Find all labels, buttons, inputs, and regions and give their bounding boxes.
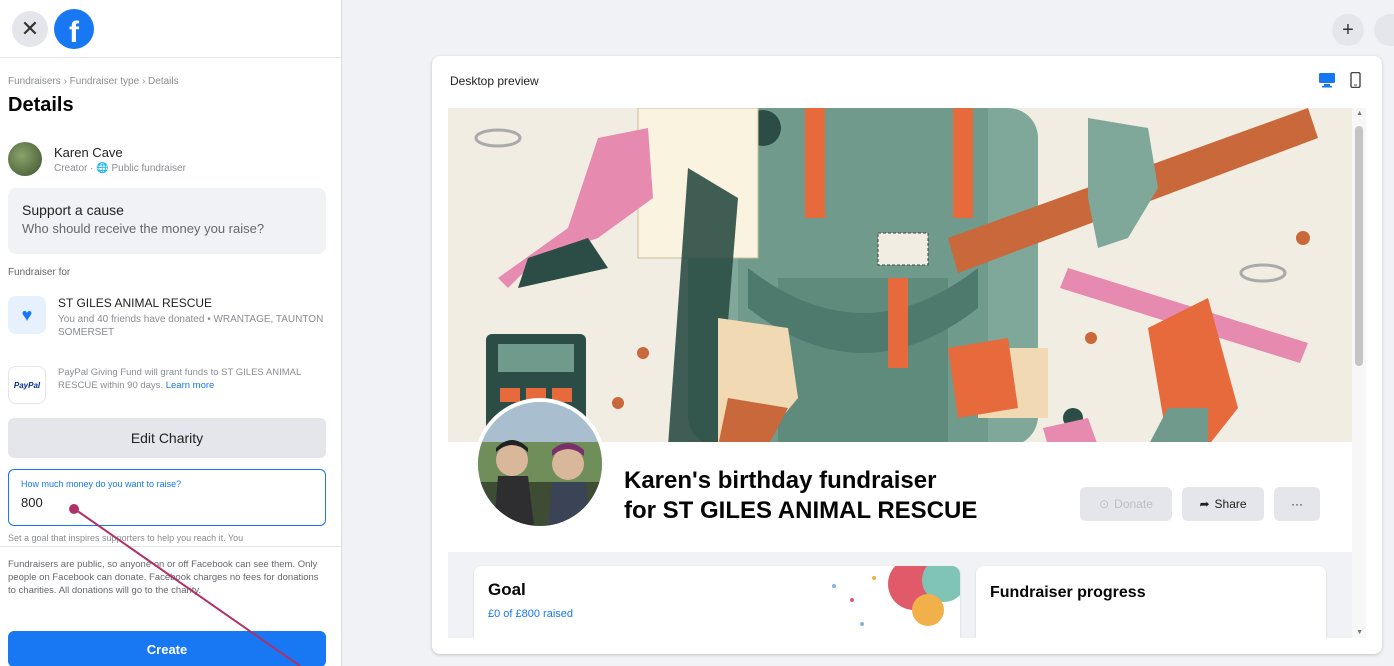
scrollbar-thumb[interactable] — [1355, 126, 1363, 366]
progress-title: Fundraiser progress — [990, 584, 1146, 601]
fundraiser-title: Karen's birthday fundraiser for ST GILES… — [624, 466, 977, 526]
goal-field-value[interactable]: 800 — [21, 495, 313, 510]
balloons-illustration — [832, 566, 960, 626]
cause-subtitle: Who should receive the money you raise? — [22, 221, 265, 236]
share-icon: ➦ — [1199, 497, 1210, 511]
goal-amount-field[interactable]: How much money do you want to raise? 800 — [8, 469, 326, 526]
divider — [0, 546, 341, 547]
goal-raised-text: £0 of £800 raised — [488, 608, 574, 620]
mobile-icon[interactable] — [1346, 72, 1364, 88]
share-button[interactable]: ➦ Share — [1182, 487, 1264, 521]
selected-charity: ♥ ST GILES ANIMAL RESCUE You and 40 frie… — [8, 296, 328, 339]
donate-label: Donate — [1114, 497, 1153, 511]
cover-illustration — [448, 108, 1352, 446]
desktop-preview-card: Desktop preview Karen's birthday fundrai… — [432, 56, 1382, 654]
charity-subtitle: You and 40 friends have donated • WRANTA… — [58, 314, 324, 338]
fundraiser-sidebar: ✕ f Fundraisers › Fundraiser type › Deta… — [0, 0, 342, 666]
menu-icon[interactable] — [1374, 14, 1394, 46]
fundraiser-title-line-1: Karen's birthday fundraiser — [624, 467, 937, 494]
facebook-logo[interactable]: f — [54, 8, 94, 49]
support-cause-option[interactable]: Support a cause Who should receive the m… — [8, 188, 326, 254]
donate-icon: ⊙ — [1099, 497, 1110, 511]
sidebar-top-bar: ✕ f — [0, 0, 341, 58]
heart-icon: ♥ — [8, 296, 46, 334]
scroll-down-icon[interactable]: ▼ — [1356, 629, 1363, 636]
goal-card-title: Goal — [488, 580, 526, 599]
top-right-controls: + — [1322, 14, 1394, 46]
more-options-button[interactable]: ··· — [1274, 487, 1320, 521]
share-label: Share — [1214, 497, 1247, 511]
fundraiser-title-line-2: for ST GILES ANIMAL RESCUE — [624, 497, 978, 524]
paypal-logo: PayPal — [8, 366, 46, 404]
goal-help-text: Set a goal that inspires supporters to h… — [8, 533, 244, 543]
scroll-up-icon[interactable]: ▲ — [1356, 110, 1363, 117]
goal-card: Goal £0 of £800 raised — [474, 566, 960, 638]
charity-name: ST GILES ANIMAL RESCUE — [58, 296, 213, 310]
edit-charity-button[interactable]: Edit Charity — [8, 418, 326, 458]
breadcrumb[interactable]: Fundraisers › Fundraiser type › Details — [8, 76, 179, 87]
preview-scrollbar[interactable]: ▲ ▼ — [1352, 108, 1366, 638]
creator-info: Karen Cave Creator · 🌐 Public fundraiser — [8, 142, 186, 176]
goal-field-label: How much money do you want to raise? — [21, 479, 182, 489]
paypal-notice: PayPal PayPal Giving Fund will grant fun… — [8, 366, 328, 404]
page-title: Details — [8, 94, 74, 116]
profile-photo — [474, 398, 606, 530]
learn-more-link[interactable]: Learn more — [166, 380, 215, 391]
fundraiser-for-label: Fundraiser for — [8, 267, 71, 278]
preview-header: Desktop preview — [450, 74, 539, 88]
create-button[interactable]: Create — [8, 631, 326, 666]
preview-frame: Karen's birthday fundraiser for ST GILES… — [448, 108, 1366, 638]
desktop-icon[interactable] — [1318, 72, 1336, 88]
footer-note: Fundraisers are public, so anyone on or … — [8, 559, 319, 596]
device-toggle — [1304, 72, 1364, 88]
donate-button[interactable]: ⊙ Donate — [1080, 487, 1172, 521]
creator-subtitle: Creator · 🌐 Public fundraiser — [54, 162, 186, 174]
avatar — [8, 142, 42, 176]
cause-title: Support a cause — [22, 202, 124, 218]
plus-icon[interactable]: + — [1332, 14, 1364, 46]
fundraiser-progress-card: Fundraiser progress — [976, 566, 1326, 638]
creator-name: Karen Cave — [54, 144, 123, 160]
close-icon[interactable]: ✕ — [12, 10, 48, 47]
